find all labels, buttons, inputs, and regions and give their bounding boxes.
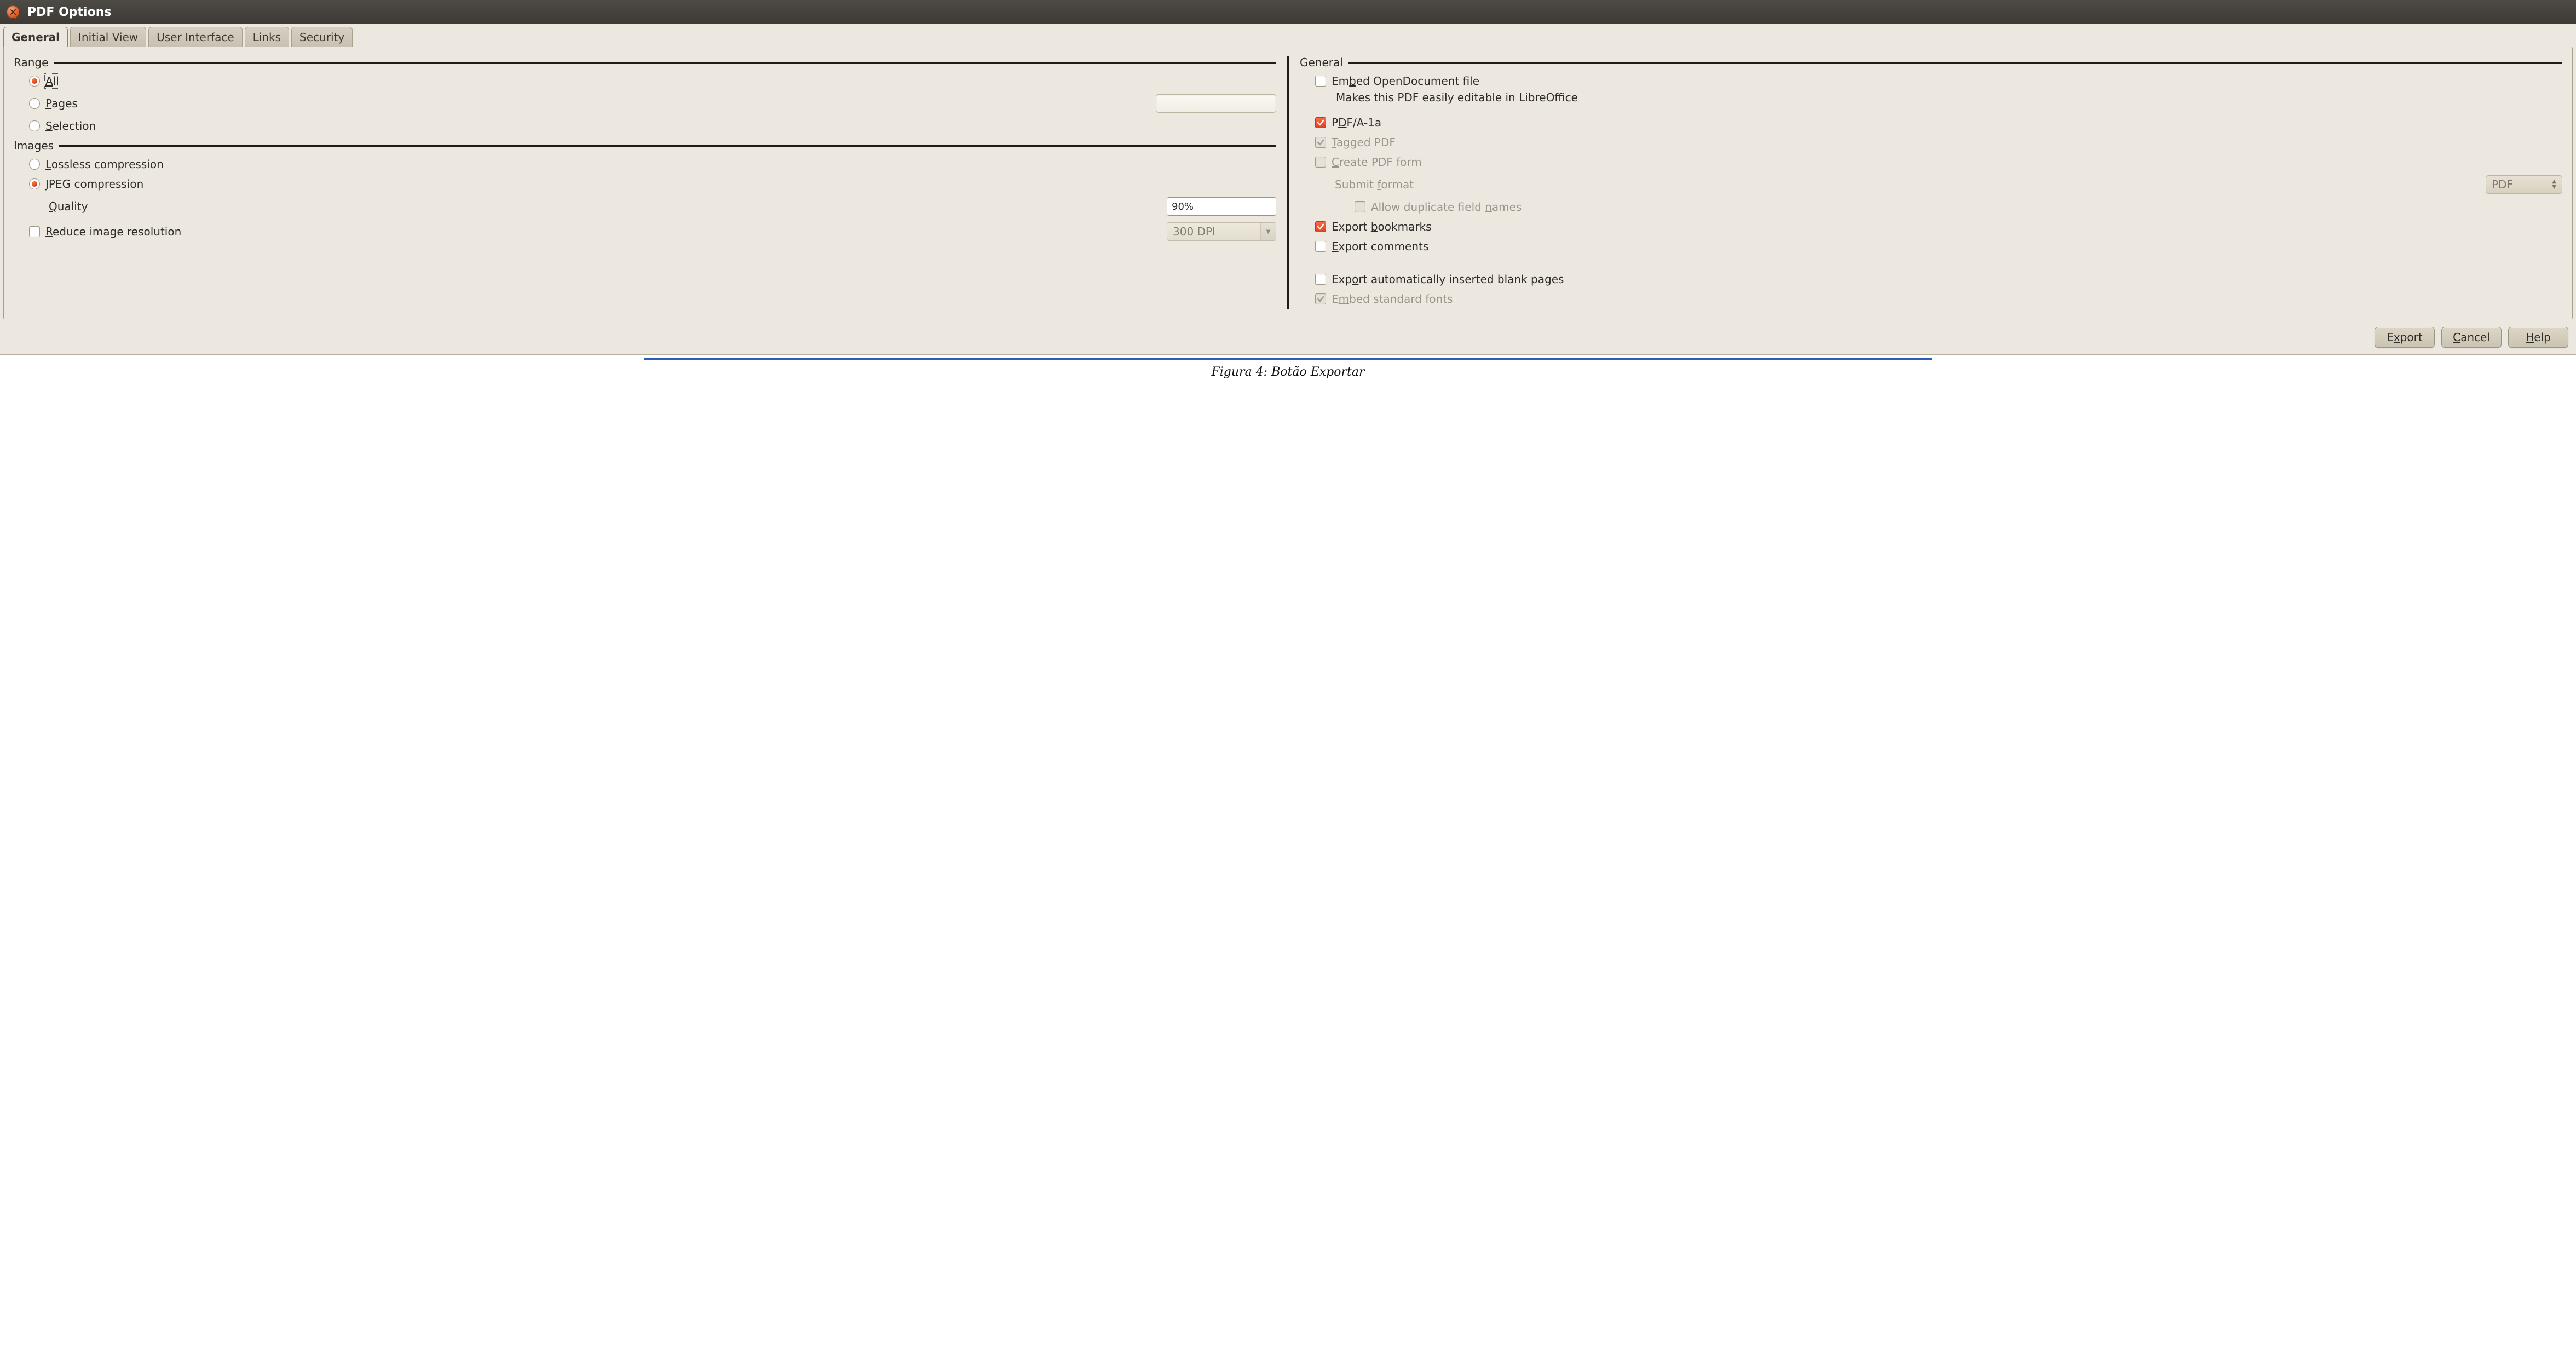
- col-right: General Embed OpenDocument file Makes th…: [1300, 53, 2562, 309]
- radio-lossless-label[interactable]: Lossless compression: [45, 158, 164, 171]
- tab-panel-general: Range All Pages S: [3, 47, 2573, 319]
- radio-all[interactable]: [29, 76, 40, 87]
- check-allow-duplicate-names-label: Allow duplicate field names: [1371, 200, 1522, 214]
- radio-all-label[interactable]: All: [45, 74, 59, 88]
- column-divider: [1287, 56, 1289, 309]
- radio-selection[interactable]: [29, 120, 40, 131]
- radio-jpeg[interactable]: [29, 178, 40, 189]
- updown-icon: ▲▼: [2552, 179, 2556, 190]
- col-left: Range All Pages S: [14, 53, 1276, 309]
- divider-line: [54, 62, 1276, 64]
- check-pdfa[interactable]: [1315, 117, 1326, 128]
- check-embed-standard-fonts: [1315, 293, 1326, 304]
- check-reduce-resolution[interactable]: [29, 226, 40, 237]
- check-embed-odf-label[interactable]: Embed OpenDocument file: [1332, 74, 1479, 88]
- tab-general[interactable]: General: [3, 27, 68, 47]
- tab-user-interface[interactable]: User Interface: [148, 27, 242, 47]
- check-export-comments-label[interactable]: Export comments: [1332, 240, 1428, 253]
- check-allow-duplicate-names: [1355, 201, 1365, 212]
- quality-input[interactable]: [1167, 198, 1276, 215]
- radio-lossless[interactable]: [29, 159, 40, 170]
- titlebar: PDF Options: [0, 0, 2576, 24]
- group-general: General Embed OpenDocument file Makes th…: [1300, 56, 2562, 309]
- submit-format-label: Submit format: [1335, 178, 1414, 191]
- tab-links[interactable]: Links: [245, 27, 289, 47]
- submit-format-value: PDF: [2492, 178, 2548, 191]
- check-export-bookmarks-label[interactable]: Export bookmarks: [1332, 220, 1432, 233]
- check-tagged-pdf: [1315, 137, 1326, 148]
- dpi-combo: 300 DPI ▼: [1167, 222, 1276, 241]
- radio-selection-label[interactable]: Selection: [45, 119, 96, 133]
- quality-label: Quality: [49, 200, 88, 213]
- check-create-pdf-form-label: Create PDF form: [1332, 155, 1422, 169]
- chevron-down-icon: ▼: [1260, 223, 1276, 240]
- check-export-bookmarks[interactable]: [1315, 221, 1326, 232]
- check-pdfa-label[interactable]: PDF/A-1a: [1332, 116, 1381, 129]
- group-images-label: Images: [14, 139, 54, 152]
- radio-pages[interactable]: [29, 98, 40, 109]
- group-general-label: General: [1300, 56, 1343, 69]
- check-embed-standard-fonts-label: Embed standard fonts: [1332, 292, 1453, 306]
- tab-security[interactable]: Security: [291, 27, 353, 47]
- dpi-value: 300 DPI: [1167, 225, 1260, 238]
- check-export-comments[interactable]: [1315, 241, 1326, 252]
- quality-spinner[interactable]: ▲ ▼: [1167, 197, 1276, 216]
- check-tagged-pdf-label: Tagged PDF: [1332, 136, 1396, 149]
- dialog-body: General Initial View User Interface Link…: [0, 24, 2576, 355]
- group-range-label: Range: [14, 56, 48, 69]
- close-icon[interactable]: [7, 5, 20, 19]
- tab-initial-view[interactable]: Initial View: [70, 27, 146, 47]
- check-create-pdf-form: [1315, 157, 1326, 168]
- submit-format-combo: PDF ▲▼: [2486, 175, 2562, 194]
- cancel-button[interactable]: Cancel: [2441, 327, 2502, 348]
- check-embed-odf[interactable]: [1315, 76, 1326, 87]
- group-range: Range All Pages S: [14, 56, 1276, 136]
- dialog-footer: Export Cancel Help: [0, 324, 2576, 354]
- check-export-blank-pages-label[interactable]: Export automatically inserted blank page…: [1332, 273, 1564, 286]
- pages-input[interactable]: [1156, 94, 1276, 113]
- check-reduce-resolution-label[interactable]: Reduce image resolution: [45, 225, 181, 238]
- radio-pages-label[interactable]: Pages: [45, 97, 78, 110]
- check-export-blank-pages[interactable]: [1315, 274, 1326, 285]
- embed-odf-hint: Makes this PDF easily editable in LibreO…: [1300, 91, 2562, 107]
- export-button[interactable]: Export: [2375, 327, 2435, 348]
- figure-caption: Figura 4: Botão Exportar: [0, 360, 2576, 390]
- divider-line: [59, 145, 1276, 147]
- window-title: PDF Options: [27, 5, 111, 19]
- divider-line: [1348, 62, 2562, 64]
- radio-jpeg-label[interactable]: JPEG compression: [45, 177, 143, 191]
- tab-bar: General Initial View User Interface Link…: [0, 24, 2576, 47]
- group-images: Images Lossless compression JPEG compres…: [14, 139, 1276, 244]
- help-button[interactable]: Help: [2508, 327, 2568, 348]
